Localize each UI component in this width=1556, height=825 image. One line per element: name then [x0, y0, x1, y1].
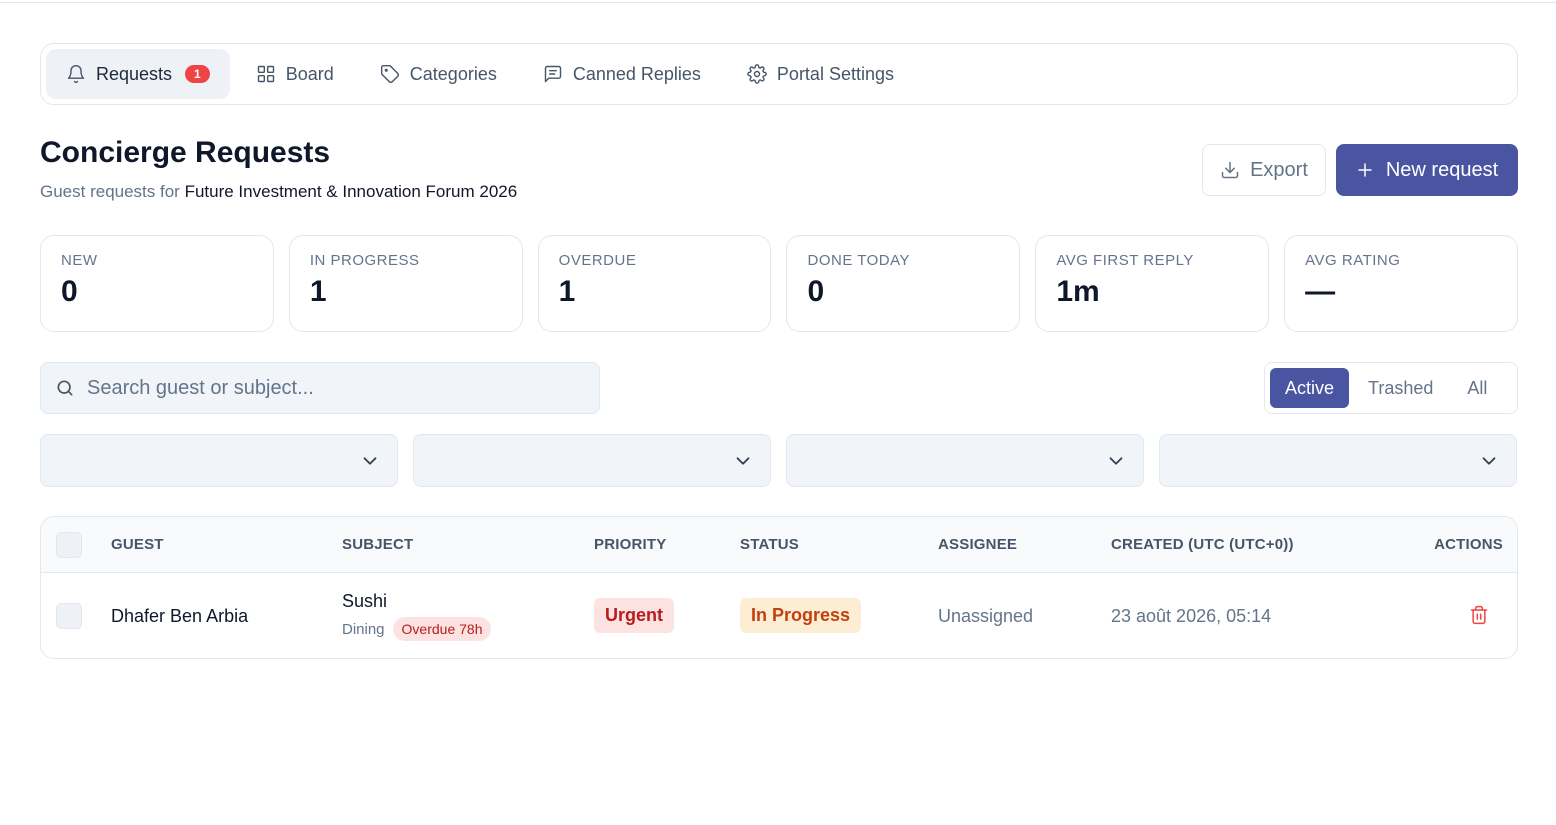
tab-portal-settings[interactable]: Portal Settings	[727, 49, 914, 99]
table-header: GUEST SUBJECT PRIORITY STATUS ASSIGNEE C…	[41, 517, 1517, 573]
new-request-label: New request	[1385, 158, 1499, 181]
stat-card-new: NEW 0	[40, 235, 274, 332]
column-header-subject[interactable]: SUBJECT	[342, 536, 413, 553]
category-label: Dining	[342, 620, 385, 638]
row-checkbox[interactable]	[56, 603, 82, 629]
search-icon	[57, 380, 73, 396]
stat-value: 0	[807, 275, 825, 308]
requests-table: GUEST SUBJECT PRIORITY STATUS ASSIGNEE C…	[40, 516, 1518, 659]
stats-row: NEW 0 IN PROGRESS 1 OVERDUE 1 DONE TODAY…	[40, 235, 1518, 332]
requests-count-badge: 1	[185, 65, 210, 83]
subject-text: Sushi	[342, 591, 388, 611]
stat-card-avg-first-reply: AVG FIRST REPLY 1m	[1035, 235, 1270, 332]
stat-label: DONE TODAY	[807, 252, 911, 269]
event-name: Future Investment & Innovation Forum 202…	[184, 182, 518, 201]
stat-label: NEW	[61, 252, 98, 269]
gear-icon	[747, 64, 767, 84]
message-icon	[544, 65, 562, 83]
filter-select-1[interactable]	[40, 434, 398, 487]
tab-bar: Requests 1 Board Categories Canned Repli…	[40, 43, 1518, 105]
download-icon	[1221, 161, 1239, 179]
assignee-text[interactable]: Unassigned	[938, 606, 1033, 627]
filter-row	[40, 434, 1518, 487]
stat-value: 1	[558, 275, 576, 308]
filter-select-4[interactable]	[1159, 434, 1517, 487]
status-badge[interactable]: In Progress	[740, 598, 862, 633]
column-header-actions: ACTIONS	[1434, 536, 1503, 553]
search-box	[40, 362, 600, 414]
tab-categories[interactable]: Categories	[360, 49, 517, 99]
subtitle-prefix: Guest requests for	[40, 182, 180, 201]
page-subtitle: Guest requests for Future Investment & I…	[40, 182, 517, 202]
view-filter-trashed[interactable]: Trashed	[1353, 368, 1448, 408]
view-filter-segmented: Active Trashed All	[1264, 362, 1518, 414]
new-request-button[interactable]: New request	[1336, 144, 1518, 196]
stat-label: AVG FIRST REPLY	[1056, 252, 1194, 269]
tab-label: Categories	[409, 63, 497, 84]
bell-icon	[67, 65, 85, 84]
tab-board[interactable]: Board	[236, 49, 354, 99]
stat-value: —	[1305, 275, 1336, 308]
filter-select-2[interactable]	[413, 434, 771, 487]
stat-card-done-today: DONE TODAY 0	[786, 235, 1021, 332]
tag-icon	[380, 64, 399, 84]
page-title: Concierge Requests	[40, 136, 331, 169]
stat-label: AVG RATING	[1305, 252, 1401, 269]
stat-label: IN PROGRESS	[309, 252, 420, 269]
view-filter-all[interactable]: All	[1452, 368, 1502, 408]
stat-card-avg-rating: AVG RATING —	[1284, 235, 1518, 332]
export-button[interactable]: Export	[1202, 144, 1326, 196]
export-label: Export	[1250, 158, 1308, 181]
stat-value: 1	[309, 275, 327, 308]
stat-value: 0	[61, 275, 78, 308]
delete-button[interactable]	[1469, 605, 1489, 630]
column-header-guest[interactable]: GUEST	[111, 536, 164, 553]
filter-select-3[interactable]	[786, 434, 1144, 487]
plus-icon	[1358, 163, 1372, 177]
subject-meta: Dining Overdue 78h	[342, 617, 492, 641]
select-all-checkbox[interactable]	[56, 532, 82, 558]
tab-label: Requests	[96, 63, 173, 84]
priority-badge: Urgent	[594, 598, 674, 633]
stat-label: OVERDUE	[558, 252, 637, 269]
overdue-badge: Overdue 78h	[392, 617, 492, 641]
top-divider	[0, 2, 1556, 3]
trash-icon	[1470, 605, 1488, 625]
tab-label: Board	[285, 63, 334, 84]
column-header-assignee[interactable]: ASSIGNEE	[938, 536, 1017, 553]
chevron-down-icon	[736, 456, 750, 465]
column-header-status[interactable]: STATUS	[740, 536, 799, 553]
stat-card-overdue: OVERDUE 1	[537, 235, 772, 332]
grid-icon	[257, 65, 274, 83]
chevron-down-icon	[1109, 456, 1123, 465]
guest-name: Dhafer Ben Arbia	[111, 606, 249, 626]
search-input[interactable]	[87, 376, 585, 400]
tab-requests[interactable]: Requests 1	[46, 49, 230, 99]
column-header-priority[interactable]: PRIORITY	[594, 536, 666, 553]
tab-label: Canned Replies	[572, 63, 701, 84]
view-filter-active[interactable]: Active	[1270, 368, 1350, 408]
stat-value: 1m	[1056, 275, 1100, 308]
tab-label: Portal Settings	[776, 63, 894, 84]
column-header-created[interactable]: CREATED (UTC (UTC+0))	[1111, 536, 1294, 553]
created-timestamp: 23 août 2026, 05:14	[1111, 606, 1272, 626]
tab-canned-replies[interactable]: Canned Replies	[523, 49, 721, 99]
chevron-down-icon	[1482, 456, 1496, 465]
stat-card-in-progress: IN PROGRESS 1	[288, 235, 523, 332]
table-row[interactable]: Dhafer Ben Arbia Sushi Dining Overdue 78…	[41, 573, 1517, 658]
chevron-down-icon	[363, 456, 377, 465]
